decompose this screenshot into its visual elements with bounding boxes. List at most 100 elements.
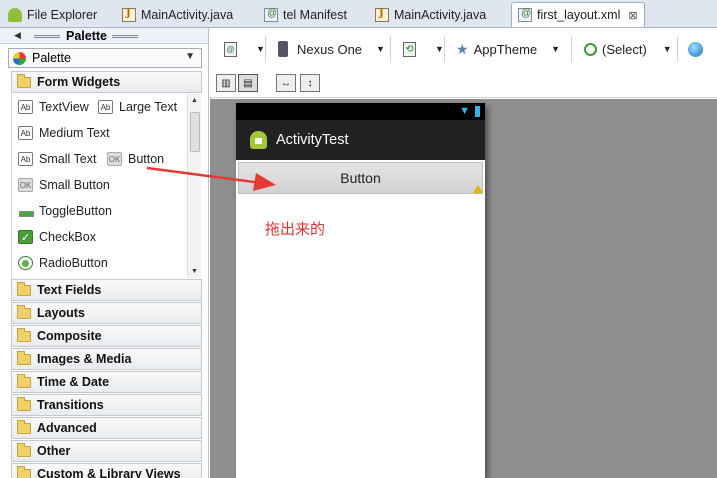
category-label: Transitions [37, 398, 104, 412]
widget-label: Small Text [39, 152, 97, 166]
close-tab-icon[interactable]: ⊠ [628, 9, 637, 22]
widget-radio-button[interactable]: RadioButton [18, 256, 108, 270]
activity-icon [584, 42, 597, 56]
orientation-selector[interactable]: ⟲ ▼ [403, 38, 444, 60]
scroll-down-icon[interactable]: ▼ [191, 268, 198, 275]
battery-icon [475, 106, 480, 117]
annotation-text: 拖出来的 [265, 220, 326, 238]
category-layouts[interactable]: Layouts [11, 302, 202, 324]
widget-medium-text[interactable]: Ab Medium Text [18, 126, 110, 140]
toolbar-separator [677, 36, 678, 62]
widget-label: Small Button [39, 178, 110, 192]
tab-file-explorer[interactable]: File Explorer [2, 3, 103, 27]
chevron-down-icon: ▼ [435, 44, 444, 54]
xml-file-icon [518, 8, 532, 22]
category-custom-library-views[interactable]: Custom & Library Views [11, 463, 202, 478]
category-text-fields[interactable]: Text Fields [11, 279, 202, 301]
tab-manifest[interactable]: tel Manifest [258, 3, 353, 27]
phone-icon [278, 41, 288, 57]
scroll-up-icon[interactable]: ▲ [191, 97, 198, 104]
folder-icon [17, 304, 31, 319]
small-text-icon: Ab [18, 152, 33, 166]
widget-textview[interactable]: Ab TextView [18, 100, 89, 114]
device-action-bar: ActivityTest [236, 120, 485, 160]
tab-first-layout[interactable]: first_layout.xml ⊠ [511, 2, 645, 27]
globe-icon [688, 41, 703, 57]
design-canvas[interactable]: ▼ ActivityTest Button 拖出来的 [210, 99, 717, 478]
locale-selector[interactable] [688, 38, 707, 60]
tab-label: tel Manifest [283, 8, 347, 22]
java-file-icon [122, 8, 136, 22]
rotate-icon: ⟲ [403, 41, 416, 57]
fill-height-icon: ↕ [307, 77, 313, 89]
category-label: Time & Date [37, 375, 110, 389]
config-chooser[interactable]: @ ▼ [224, 38, 265, 60]
widget-checkbox[interactable]: ✓ CheckBox [18, 230, 96, 244]
tab-main-activity-1[interactable]: MainActivity.java [116, 3, 239, 27]
category-composite[interactable]: Composite [11, 325, 202, 347]
toolbar-separator [265, 36, 266, 62]
grip-icon [112, 35, 138, 38]
category-label: Custom & Library Views [37, 467, 181, 478]
wifi-icon: ▼ [459, 105, 470, 117]
widget-small-text[interactable]: Ab Small Text [18, 152, 96, 166]
category-time-date[interactable]: Time & Date [11, 371, 202, 393]
tab-label: MainActivity.java [141, 8, 234, 22]
preview-button[interactable]: Button [238, 162, 483, 194]
layout-mode-toggle[interactable]: ▤ [238, 74, 258, 92]
chevron-down-icon: ▼ [185, 51, 195, 62]
activity-selector[interactable]: (Select) ▼ [584, 38, 672, 60]
collapse-left-icon[interactable]: ◀ [14, 30, 21, 41]
fill-height-button[interactable]: ↕ [300, 74, 320, 92]
category-transitions[interactable]: Transitions [11, 394, 202, 416]
fill-width-button[interactable]: ↔ [276, 74, 296, 92]
folder-icon [17, 350, 31, 365]
folder-icon [17, 396, 31, 411]
theme-selector[interactable]: ★ AppTheme ▼ [456, 38, 560, 60]
widget-small-button[interactable]: OK Small Button [18, 178, 110, 192]
category-images-media[interactable]: Images & Media [11, 348, 202, 370]
small-button-icon: OK [18, 178, 33, 192]
scrollbar-thumb[interactable] [190, 112, 200, 152]
widget-label: RadioButton [39, 256, 108, 270]
layout-file-icon: @ [224, 41, 237, 57]
palette-select-value: Palette [32, 51, 71, 65]
xml-file-icon [264, 8, 278, 22]
theme-label: AppTheme [473, 41, 538, 57]
widget-label: Button [128, 152, 165, 166]
folder-icon [17, 327, 31, 342]
layout-mode-toggle[interactable]: ▥ [216, 74, 236, 92]
textview-icon: Ab [18, 100, 33, 114]
fill-width-icon: ↔ [281, 77, 291, 89]
category-label: Layouts [37, 306, 85, 320]
palette-panel: ◀ Palette Palette ▼ Form Widgets Ab Text… [0, 28, 209, 478]
stack-view-icon: ▤ [243, 77, 253, 89]
checkbox-icon: ✓ [18, 230, 33, 244]
device-status-bar: ▼ [236, 103, 485, 120]
warning-icon[interactable] [473, 185, 483, 193]
widget-label: CheckBox [39, 230, 96, 244]
widget-button[interactable]: OK Button [107, 152, 164, 166]
category-other[interactable]: Other [11, 440, 202, 462]
category-advanced[interactable]: Advanced [11, 417, 202, 439]
tab-main-activity-2[interactable]: MainActivity.java [369, 3, 492, 27]
device-label: Nexus One [297, 41, 363, 57]
category-label: Other [37, 444, 71, 458]
toolbar-separator [390, 36, 391, 62]
java-file-icon [375, 8, 389, 22]
tab-label: first_layout.xml [537, 8, 621, 22]
folder-icon [17, 281, 31, 296]
widget-large-text[interactable]: Ab Large Text [98, 100, 177, 114]
palette-scrollbar[interactable]: ▲ ▼ [187, 94, 201, 278]
app-title: ActivityTest [276, 132, 349, 148]
palette-mode-select[interactable]: Palette ▼ [8, 48, 202, 68]
android-app-icon [250, 131, 267, 149]
category-form-widgets[interactable]: Form Widgets [11, 71, 202, 93]
folder-icon [17, 465, 31, 478]
folder-open-icon [17, 73, 31, 88]
widget-label: Large Text [119, 100, 178, 114]
palette-header: ◀ Palette [0, 28, 208, 44]
button-icon: OK [107, 152, 122, 166]
device-selector[interactable]: Nexus One ▼ [278, 38, 385, 60]
widget-toggle-button[interactable]: ToggleButton [18, 204, 112, 218]
